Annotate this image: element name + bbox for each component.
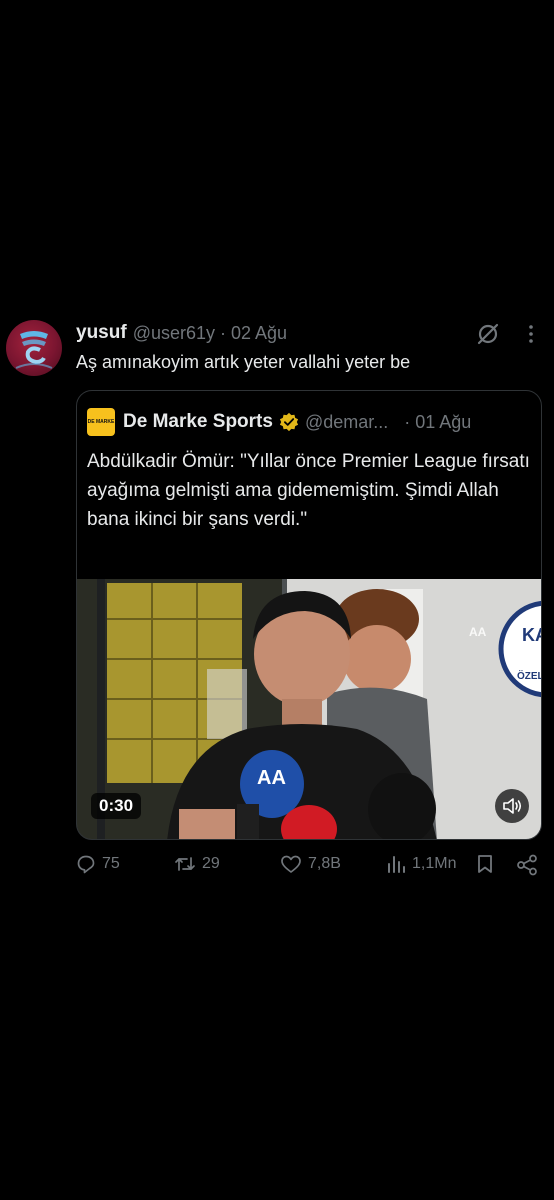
avatar[interactable] (6, 320, 62, 376)
quoted-avatar-text: DE MARKE (87, 419, 115, 425)
quoted-tweet[interactable]: DE MARKE De Marke Sports @demar... · 01 … (76, 390, 542, 840)
action-bar: 75 29 7,8B 1,1Mn (76, 854, 546, 884)
view-count: 1,1Mn (412, 855, 457, 872)
like-count: 7,8B (308, 855, 341, 872)
reply-button[interactable]: 75 (76, 854, 120, 874)
quoted-tweet-text: Abdülkadir Ömür: "Yıllar önce Premier Le… (87, 451, 530, 530)
tweet-header: yusuf @user61y · 02 Ağu (76, 320, 546, 346)
quoted-avatar[interactable]: DE MARKE (87, 408, 115, 436)
quoted-tweet-header: DE MARKE De Marke Sports @demar... · 01 … (87, 407, 471, 437)
bookmark-button[interactable] (476, 854, 500, 874)
views-icon (388, 856, 405, 873)
share-icon (517, 854, 537, 876)
like-button[interactable]: 7,8B (280, 854, 341, 874)
tweet-text: Aş amınakoyim artık yeter vallahi yeter … (76, 352, 411, 372)
wall-sign-text: KAS (522, 625, 542, 645)
video-thumbnail: KAS ÖZEL AA AA (77, 579, 542, 839)
repost-button[interactable]: 29 (174, 854, 220, 874)
video-player[interactable]: KAS ÖZEL AA AA 0:30 (77, 579, 542, 839)
grok-icon[interactable] (474, 320, 502, 348)
more-icon[interactable] (520, 320, 542, 348)
svg-text:ÖZEL: ÖZEL (517, 669, 542, 682)
repost-icon (175, 857, 195, 871)
quoted-date: · 01 Ağu (404, 411, 472, 432)
views-button[interactable]: 1,1Mn (386, 854, 456, 874)
mic-label: AA (257, 767, 286, 789)
share-button[interactable] (516, 854, 544, 876)
repost-count: 29 (202, 855, 220, 872)
video-duration: 0:30 (91, 793, 142, 819)
reply-count: 75 (102, 855, 120, 872)
quoted-display-name[interactable]: De Marke Sports (123, 411, 273, 433)
bookmark-icon (478, 855, 492, 873)
volume-button[interactable] (495, 789, 529, 823)
avatar-logo-icon (15, 331, 53, 369)
volume-icon (503, 798, 522, 814)
reply-icon (77, 855, 95, 874)
quoted-handle[interactable]: @demar... (305, 412, 388, 433)
like-icon (281, 855, 301, 873)
handle-and-date[interactable]: @user61y · 02 Ağu (133, 323, 287, 344)
verified-badge-icon (279, 412, 299, 432)
display-name[interactable]: yusuf (76, 322, 127, 344)
watermark: AA (469, 625, 487, 639)
